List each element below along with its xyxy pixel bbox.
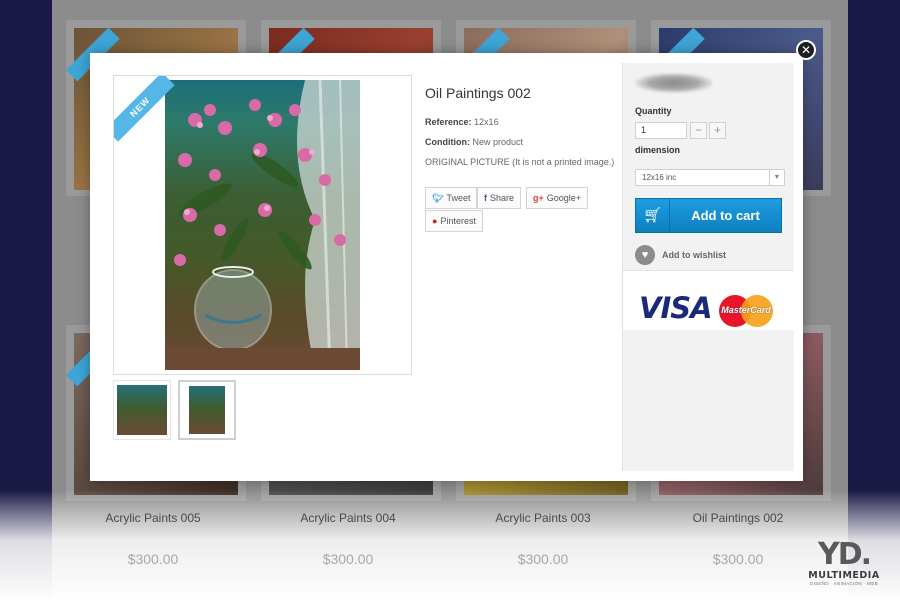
painting-image[interactable] [165, 80, 360, 370]
google-plus-button[interactable]: g+ Google+ [526, 187, 589, 209]
flower-vase-painting [165, 80, 360, 370]
watermark-subtitle: DISEÑO · ANIMACIÓN · WEB [810, 581, 878, 586]
google-plus-label: Google+ [546, 193, 582, 203]
condition-label: Condition: [425, 137, 470, 147]
thumbnail-image [117, 385, 167, 435]
google-plus-icon: g+ [533, 193, 544, 203]
product-description: ORIGINAL PICTURE (It is not a printed im… [425, 157, 615, 167]
bg-product-name[interactable]: Oil Paintings 002 [648, 511, 828, 525]
share-label: Share [490, 193, 515, 203]
close-icon[interactable]: ✕ [796, 40, 816, 60]
heart-icon: ♥ [635, 245, 655, 265]
buy-box: Quantity 1 − + dimension 12x16 inc ▼ 🛒︎ … [622, 63, 794, 471]
facebook-icon: f [484, 193, 487, 203]
reference-value: 12x16 [474, 117, 499, 127]
quick-view-modal: NEW Oil Paintings 002 Reference: 12x16 C… [90, 53, 803, 481]
thumbnail-image [189, 386, 225, 434]
chevron-down-icon: ▼ [769, 170, 784, 185]
tweet-button[interactable]: 🐦︎ Tweet [425, 187, 478, 209]
product-title: Oil Paintings 002 [425, 85, 531, 101]
dimension-select[interactable]: 12x16 inc ▼ [635, 169, 785, 186]
cart-icon: 🛒︎ [636, 199, 670, 232]
reference-label: Reference: [425, 117, 472, 127]
bg-product-price: $300.00 [127, 551, 179, 567]
wishlist-label: Add to wishlist [662, 250, 726, 260]
quantity-label: Quantity [635, 106, 672, 116]
bottom-fade [0, 490, 900, 602]
bg-product-price: $300.00 [712, 551, 764, 567]
mastercard-logo: MasterCard [719, 295, 773, 327]
quantity-input[interactable]: 1 [635, 122, 687, 139]
watermark-logo: YD. MULTIMEDIA DISEÑO · ANIMACIÓN · WEB [804, 540, 884, 590]
reference-line: Reference: 12x16 [425, 117, 615, 127]
dimension-value: 12x16 inc [642, 173, 677, 182]
twitter-icon: 🐦︎ [432, 193, 444, 203]
product-info: Oil Paintings 002 Reference: 12x16 Condi… [425, 85, 615, 167]
tweet-label: Tweet [446, 193, 471, 203]
condition-line: Condition: New product [425, 137, 615, 147]
pinterest-button[interactable]: ● Pinterest [425, 210, 483, 232]
bg-product-price: $300.00 [322, 551, 374, 567]
add-to-cart-label: Add to cart [691, 208, 760, 223]
quantity-minus-button[interactable]: − [690, 122, 707, 139]
bg-product-name[interactable]: Acrylic Paints 005 [63, 511, 243, 525]
price-blurred [635, 73, 713, 93]
watermark-mark: YD. [817, 537, 872, 572]
pinterest-label: Pinterest [440, 216, 476, 226]
bg-product-price: $300.00 [517, 551, 569, 567]
thumbnail-2[interactable] [178, 380, 236, 440]
quantity-plus-button[interactable]: + [709, 122, 726, 139]
bg-product-name[interactable]: Acrylic Paints 003 [453, 511, 633, 525]
condition-value: New product [472, 137, 524, 147]
watermark-brand: MULTIMEDIA [808, 570, 880, 581]
payment-methods: VISA MasterCard [623, 270, 794, 330]
main-product-image: NEW [113, 75, 412, 375]
bg-product-name[interactable]: Acrylic Paints 004 [258, 511, 438, 525]
add-to-cart-button[interactable]: 🛒︎ Add to cart [635, 198, 782, 233]
thumbnail-1[interactable] [113, 380, 171, 440]
pinterest-icon: ● [432, 216, 438, 226]
dimension-label: dimension [635, 145, 681, 155]
visa-logo: VISA [639, 291, 713, 325]
share-button[interactable]: f Share [477, 187, 522, 209]
